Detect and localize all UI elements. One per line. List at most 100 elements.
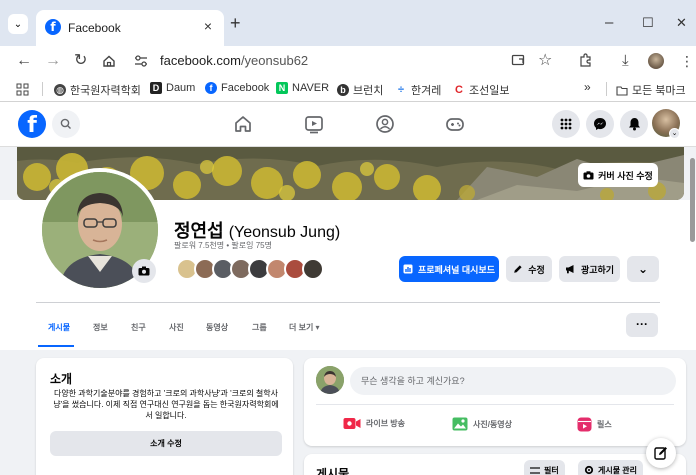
all-bookmarks-button[interactable]: 모든 북마크 bbox=[616, 82, 686, 98]
video-nav-icon[interactable] bbox=[303, 113, 325, 135]
bookmark-label: 한겨레 bbox=[411, 85, 442, 97]
photo-video-button[interactable]: 사진/동영상 bbox=[452, 417, 512, 431]
download-icon[interactable]: ⤓ bbox=[622, 51, 629, 71]
bookmarks-separator bbox=[42, 82, 43, 96]
facebook-header: f ⌄ bbox=[0, 102, 696, 147]
bookmark-item[interactable]: D Daum bbox=[150, 82, 195, 94]
dashboard-chart-icon bbox=[403, 264, 413, 274]
reels-icon bbox=[577, 417, 592, 432]
photo-icon bbox=[452, 417, 468, 431]
gear-icon bbox=[584, 465, 594, 475]
bookmark-item[interactable]: f Facebook bbox=[205, 82, 269, 94]
extensions-icon[interactable] bbox=[578, 52, 594, 68]
url-path: /yeonsub62 bbox=[240, 53, 309, 68]
tab-friends[interactable]: 친구 bbox=[131, 322, 146, 333]
bookmark-item[interactable]: N NAVER bbox=[276, 82, 329, 94]
edit-bio-button[interactable]: 소개 수정 bbox=[50, 431, 282, 456]
reels-button[interactable]: 릴스 bbox=[577, 417, 612, 432]
gaming-nav-icon[interactable] bbox=[444, 113, 466, 135]
tab-posts[interactable]: 게시물 bbox=[48, 322, 70, 333]
profile-options-dropdown[interactable]: ⌄ bbox=[627, 256, 659, 282]
profile-more-button[interactable]: ··· bbox=[626, 313, 658, 337]
search-icon bbox=[60, 118, 71, 129]
new-message-button[interactable] bbox=[646, 438, 676, 468]
manage-posts-button[interactable]: 게시물 관리 bbox=[578, 460, 644, 475]
messenger-icon bbox=[594, 118, 606, 130]
messenger-button[interactable] bbox=[586, 110, 614, 138]
account-chevron-icon[interactable]: ⌄ bbox=[669, 128, 680, 139]
close-window-button[interactable]: ✕ bbox=[676, 14, 687, 32]
tab-search-chevron-icon[interactable]: ⌄ bbox=[8, 14, 28, 34]
back-arrow-icon[interactable]: ← bbox=[16, 51, 32, 71]
url-host: facebook.com bbox=[160, 53, 241, 68]
browser-tab[interactable]: f Facebook × bbox=[36, 10, 224, 46]
profile-divider bbox=[36, 302, 660, 303]
bookmark-item[interactable]: C 조선일보 bbox=[453, 82, 509, 98]
tab-groups[interactable]: 그룹 bbox=[252, 322, 267, 333]
bookmarks-overflow-button[interactable]: » bbox=[584, 80, 591, 94]
follower-counts[interactable]: 팔로워 7.5천명 • 팔로잉 75명 bbox=[174, 240, 272, 251]
bookmarks-bar: ◍ 한국원자력학회 D Daum f Facebook N NAVER b 브런… bbox=[0, 76, 696, 102]
friends-nav-icon[interactable] bbox=[374, 113, 396, 135]
professional-dashboard-button[interactable]: 프로페셔널 대시보드 bbox=[399, 256, 499, 282]
minimize-button[interactable]: – bbox=[605, 14, 613, 32]
reels-label: 릴스 bbox=[597, 420, 612, 429]
bookmark-item[interactable]: b 브런치 bbox=[337, 82, 383, 98]
apps-grid-icon[interactable] bbox=[16, 83, 29, 96]
dashboard-label: 프로페셔널 대시보드 bbox=[417, 264, 496, 275]
tab-close-icon[interactable]: × bbox=[204, 18, 212, 34]
browser-tab-strip: ⌄ f Facebook × + – ☐ ✕ bbox=[0, 0, 696, 46]
facebook-icon: f bbox=[205, 82, 217, 94]
bookmark-label: 브런치 bbox=[353, 85, 384, 97]
maximize-button[interactable]: ☐ bbox=[642, 14, 654, 32]
home-icon[interactable] bbox=[102, 54, 116, 68]
tab-videos[interactable]: 동영상 bbox=[206, 322, 228, 333]
menu-grid-icon bbox=[560, 118, 572, 130]
advertise-button[interactable]: 광고하기 bbox=[559, 256, 620, 282]
facebook-logo-icon[interactable]: f bbox=[18, 110, 46, 138]
bookmark-star-icon[interactable]: ☆ bbox=[538, 51, 552, 71]
filter-sliders-icon bbox=[530, 466, 540, 474]
browser-toolbar: ← → ↻ facebook.com/yeonsub62 ☆ ⤓ ⋮ bbox=[0, 46, 696, 76]
bookmark-label: 조선일보 bbox=[469, 85, 510, 97]
intro-bio: 다양한 과학기술분야를 경험하고 '크로의 과학사냥'과 '크로의 철학사냥'을… bbox=[53, 389, 279, 420]
bookmark-item[interactable]: ◍ 한국원자력학회 bbox=[54, 82, 141, 98]
tab-more[interactable]: 더 보기 ▾ bbox=[289, 322, 320, 333]
page-scrollbar-thumb[interactable] bbox=[690, 158, 695, 242]
edit-profile-button[interactable]: 수정 bbox=[506, 256, 552, 282]
all-bookmarks-label: 모든 북마크 bbox=[632, 85, 686, 97]
tab-photos[interactable]: 사진 bbox=[169, 322, 184, 333]
live-video-button[interactable]: 라이브 방송 bbox=[343, 417, 405, 430]
forward-arrow-icon[interactable]: → bbox=[45, 51, 61, 71]
bookmark-label: 한국원자력학회 bbox=[70, 85, 141, 97]
home-nav-icon[interactable] bbox=[232, 113, 254, 135]
tab-about[interactable]: 정보 bbox=[93, 322, 108, 333]
posts-title: 게시물 bbox=[316, 467, 350, 475]
bookmark-item[interactable]: ÷ 한겨레 bbox=[395, 82, 441, 98]
browser-menu-icon[interactable]: ⋮ bbox=[680, 51, 694, 71]
edit-cover-photo-button[interactable]: 커버 사진 수정 bbox=[578, 163, 658, 187]
camera-icon bbox=[138, 266, 150, 276]
update-profile-picture-button[interactable] bbox=[132, 259, 156, 283]
url-field[interactable]: facebook.com/yeonsub62 bbox=[160, 53, 308, 68]
site-settings-icon[interactable] bbox=[134, 55, 148, 67]
active-tab-indicator bbox=[38, 345, 74, 347]
profile-avatar-icon[interactable] bbox=[648, 53, 664, 69]
reload-icon[interactable]: ↻ bbox=[74, 51, 87, 71]
bookmark-label: Daum bbox=[166, 82, 196, 94]
filters-button[interactable]: 필터 bbox=[524, 460, 565, 475]
whats-on-your-mind-input[interactable]: 무슨 생각을 하고 계신가요? bbox=[350, 367, 676, 395]
open-in-app-icon[interactable] bbox=[511, 53, 526, 68]
brunch-icon: b bbox=[337, 84, 349, 96]
composer-avatar[interactable] bbox=[316, 366, 344, 394]
folder-icon bbox=[616, 85, 628, 96]
search-button[interactable] bbox=[52, 110, 80, 138]
edit-cover-label: 커버 사진 수정 bbox=[598, 170, 653, 181]
menu-grid-button[interactable] bbox=[552, 110, 580, 138]
friend-avatar[interactable] bbox=[302, 258, 324, 280]
composer-divider bbox=[316, 404, 674, 405]
camera-icon bbox=[583, 170, 594, 179]
notifications-button[interactable] bbox=[620, 110, 648, 138]
daum-icon: D bbox=[150, 82, 162, 94]
new-tab-button[interactable]: + bbox=[230, 14, 241, 32]
